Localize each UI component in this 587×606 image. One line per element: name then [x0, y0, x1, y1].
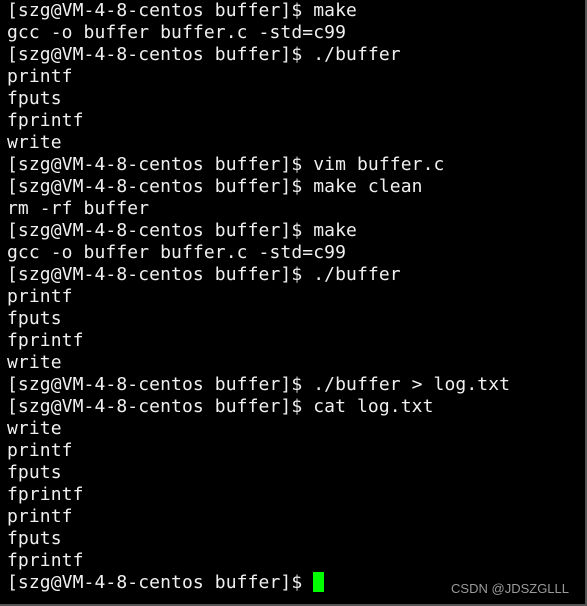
terminal-line: [szg@VM-4-8-centos buffer]$ ./buffer [7, 264, 401, 285]
terminal-line: fputs [7, 308, 62, 329]
terminal-line: [szg@VM-4-8-centos buffer]$ ./buffer [7, 44, 401, 65]
terminal-line: fprintf [7, 484, 84, 505]
terminal-line: [szg@VM-4-8-centos buffer]$ make clean [7, 176, 423, 197]
terminal-line: fprintf [7, 550, 84, 571]
terminal-line: printf [7, 66, 73, 87]
terminal-line: write [7, 352, 62, 373]
terminal-line: [szg@VM-4-8-centos buffer]$ make [7, 0, 357, 21]
terminal-line: fputs [7, 462, 62, 483]
terminal-line: [szg@VM-4-8-centos buffer]$ cat log.txt [7, 396, 434, 417]
terminal-line: fprintf [7, 110, 84, 131]
terminal-line: fputs [7, 528, 62, 549]
terminal-line: [szg@VM-4-8-centos buffer]$ vim buffer.c [7, 154, 445, 175]
terminal-line: fputs [7, 88, 62, 109]
terminal-line: printf [7, 440, 73, 461]
terminal-prompt-line[interactable]: [szg@VM-4-8-centos buffer]$ [7, 572, 510, 594]
terminal-line: printf [7, 286, 73, 307]
prompt: [szg@VM-4-8-centos buffer]$ [7, 572, 314, 593]
terminal-line: [szg@VM-4-8-centos buffer]$ ./buffer > l… [7, 374, 511, 395]
terminal-window[interactable]: [szg@VM-4-8-centos buffer]$ make gcc -o b… [0, 0, 587, 606]
terminal-line: write [7, 418, 62, 439]
terminal-line: printf [7, 506, 73, 527]
cursor [313, 572, 325, 592]
terminal-line: write [7, 132, 62, 153]
terminal-output: [szg@VM-4-8-centos buffer]$ make gcc -o b… [7, 0, 510, 594]
terminal-line: rm -rf buffer [7, 198, 150, 219]
terminal-line: [szg@VM-4-8-centos buffer]$ make [7, 220, 357, 241]
terminal-line: fprintf [7, 330, 84, 351]
terminal-line: gcc -o buffer buffer.c -std=c99 [7, 242, 347, 263]
watermark: CSDN @JDSZGLLL [451, 581, 569, 596]
terminal-line: gcc -o buffer buffer.c -std=c99 [7, 22, 347, 43]
